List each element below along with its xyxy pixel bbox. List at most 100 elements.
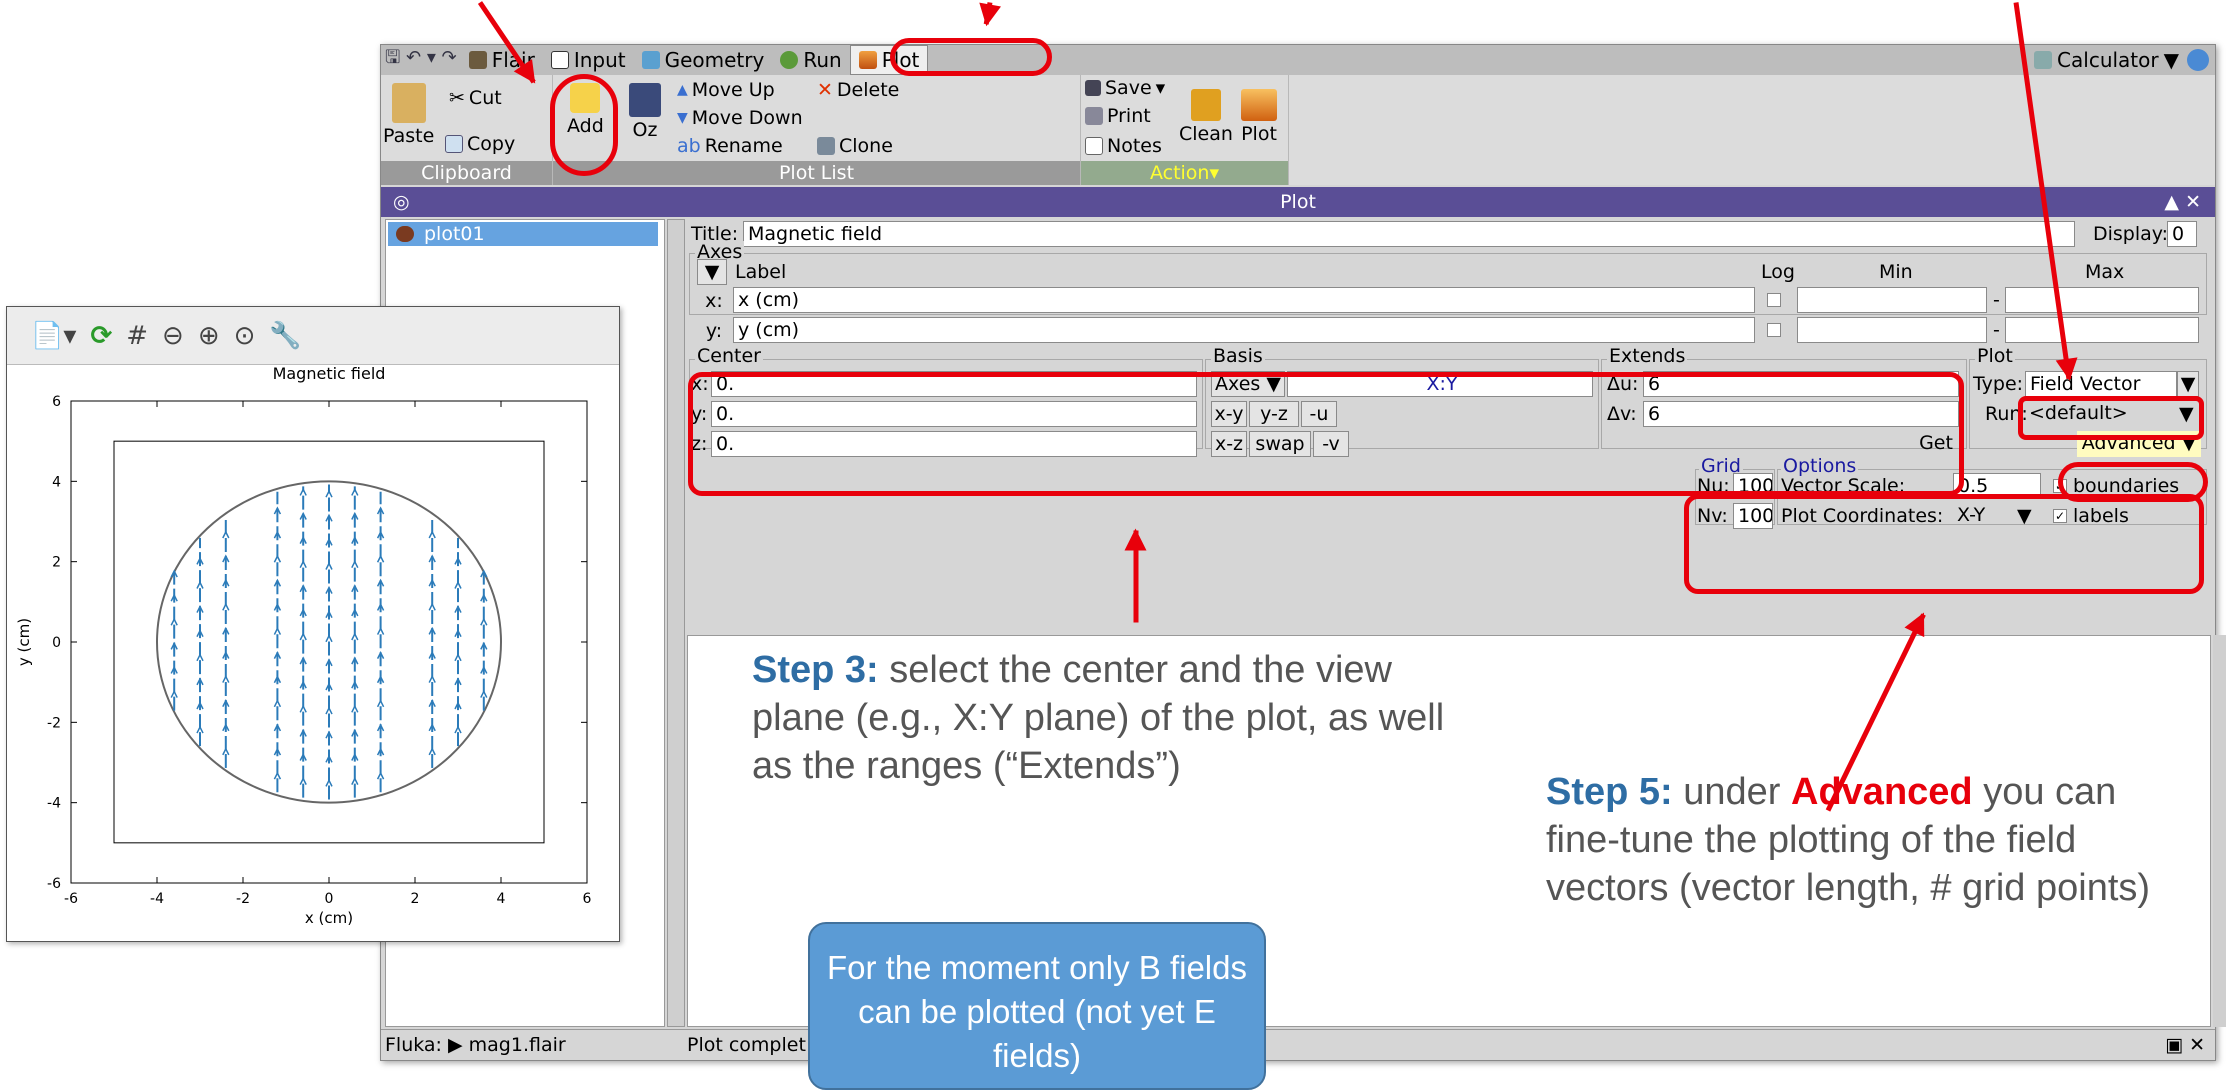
vector-arrow [273,699,282,708]
plotlist-group: Add Oz ▲ Move Up ▼ Move Down ab Rename ✕ Del… [553,75,1081,185]
down-arrow-icon: ▼ [677,110,688,126]
vector-arrow [428,674,436,683]
y-max-input[interactable] [2005,317,2199,343]
arrow-to-plot [983,2,993,25]
paste-button[interactable]: Paste [383,83,434,147]
oz-button[interactable]: Oz [629,83,661,141]
vector-arrow [351,560,359,569]
output-scrollbar[interactable] [2213,635,2226,1027]
chart-title: Magnetic field [273,365,386,383]
list-item[interactable]: plot01 [388,222,658,246]
step3-annotation: Step 3: select the center and the view p… [752,649,1445,787]
paste-icon [391,83,426,123]
notes-icon [1085,137,1103,155]
log-header: Log [1761,261,1795,283]
document-icon[interactable]: 📄▾ [31,321,76,351]
vector-arrow [376,626,385,635]
vector-arrow [325,706,333,715]
action-group: Save ▾ Print Notes Clean Plot Action▾ [1081,75,1289,185]
basis-label: Basis [1211,345,1265,367]
highlight-advanced-options [1684,494,2204,594]
panel-controls[interactable]: ▲ ✕ [2164,187,2201,217]
grid-icon[interactable]: # [126,321,148,351]
vector-arrow [351,704,359,713]
rename-button[interactable]: ab Rename [677,135,783,157]
plot-item-icon [396,226,414,242]
type-dropdown-icon[interactable]: ▼ [2177,371,2199,397]
up-arrow-icon: ▲ [677,82,688,98]
type-label: Type: [1973,373,2024,395]
x-axis-label: x (cm) [305,909,353,927]
zoom-fit-icon[interactable]: ⊙ [234,321,256,351]
help-icon[interactable] [2187,49,2209,71]
menu-run[interactable]: Run [772,45,849,75]
plot-preview-window: 📄▾ ⟳ # ⊖ ⊕ ⊙ 🔧 Magnetic field x (cm) y (cm… [6,306,620,942]
vector-arrow [454,580,462,589]
highlight-add [550,74,618,176]
print-button[interactable]: Print [1085,105,1151,127]
list-scrollbar[interactable] [667,219,685,1027]
arrow-step3 [1133,530,1139,623]
vector-arrow [351,632,359,641]
move-up-button[interactable]: ▲ Move Up [677,79,775,101]
plot-frame-label: Plot [1975,345,2015,367]
x-axis-label-input[interactable]: x (cm) [733,287,1755,313]
x-log-checkbox[interactable] [1767,293,1781,307]
zoom-out-icon[interactable]: ⊖ [162,321,184,351]
group-label-plotlist: Plot List [553,161,1080,185]
settings-icon[interactable]: 🔧 [269,321,301,351]
menu-geometry[interactable]: Geometry [634,45,773,75]
axes-toggle-button[interactable]: ▼ [697,259,727,285]
delete-button[interactable]: ✕ Delete [817,79,899,101]
calculator-button[interactable]: Calculator ▼ [2026,45,2187,75]
vector-field-chart: Magnetic field x (cm) y (cm) -6 -4 -2 0 2 4 6 -6 -4… [15,365,592,927]
x-max-input[interactable] [2005,287,2199,313]
y-tick-label: 2 [52,555,61,571]
clone-icon [817,137,835,155]
scissors-icon: ✂ [449,87,465,109]
plot-icon [1241,89,1277,121]
step5-annotation: Step 5: under Advanced you can fine-tune… [1546,771,2151,909]
title-input[interactable]: Magnetic field [743,221,2075,247]
vector-arrow [428,602,436,611]
group-label-action[interactable]: Action▾ [1081,161,1288,185]
vector-arrow [299,487,307,496]
menu-bar: 🖫 ↶ ▾ ↷ Flair Input Geometry Run Plot Ca… [381,45,2215,75]
notes-button[interactable]: Notes [1085,135,1162,157]
cut-button[interactable]: ✂ Cut [449,87,502,109]
group-label-clipboard: Clipboard [381,161,552,185]
clean-button[interactable]: Clean [1179,89,1233,145]
y-tick-label: -2 [47,715,61,731]
menu-input[interactable]: Input [543,45,634,75]
move-down-button[interactable]: ▼ Move Down [677,107,803,129]
clone-button[interactable]: Clone [817,135,893,157]
input-icon [550,51,569,69]
vector-arrow [428,530,436,539]
zoom-in-icon[interactable]: ⊕ [198,321,220,351]
copy-button[interactable]: Copy [445,133,515,155]
max-header: Max [2085,261,2125,283]
x-min-input[interactable] [1797,287,1987,313]
y-axis-label: y: [705,320,723,342]
clipboard-group: Paste ✂ Cut Copy Clipboard [381,75,553,185]
display-spinbox[interactable]: 0 [2167,221,2197,247]
refresh-icon[interactable]: ⟳ [90,321,112,351]
vector-arrow [222,602,230,611]
vector-arrow [273,626,282,635]
panel-menu-icon[interactable]: ◎ [393,187,410,217]
y-min-input[interactable] [1797,317,1987,343]
type-select[interactable]: Field Vector [2025,371,2177,397]
vector-arrow [222,530,230,539]
vector-arrow [299,560,307,569]
status-icons[interactable]: ▣ ✕ [2165,1034,2205,1056]
x-tick-label: 4 [497,891,506,907]
vector-arrow [222,674,230,683]
vector-arrow [325,561,333,570]
x-tick-label: -2 [236,891,250,907]
y-log-checkbox[interactable] [1767,323,1781,337]
save-button[interactable]: Save ▾ [1085,77,1165,99]
y-axis-label-input[interactable]: y (cm) [733,317,1755,343]
quick-access-icons[interactable]: 🖫 ↶ ▾ ↷ [381,45,461,75]
plot-toolbar: 📄▾ ⟳ # ⊖ ⊕ ⊙ 🔧 [7,307,619,365]
plot-button[interactable]: Plot [1241,89,1277,145]
